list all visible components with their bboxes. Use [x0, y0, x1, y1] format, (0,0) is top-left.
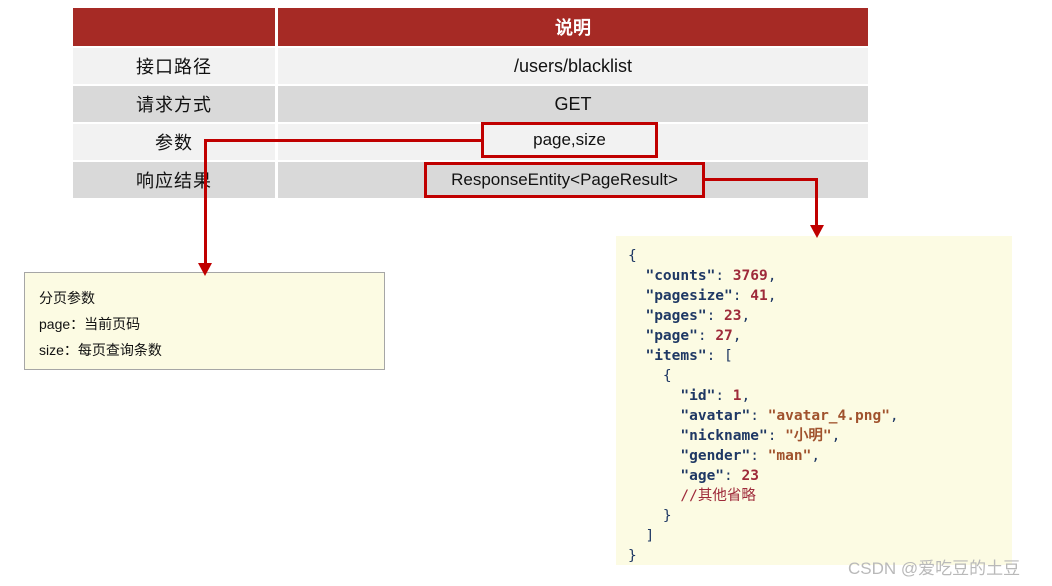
- note-line-page: page：当前页码: [39, 316, 141, 332]
- params-arrow-icon: [198, 263, 212, 276]
- json-token-punct: : [: [706, 348, 733, 364]
- json-token-num: 23: [724, 308, 742, 324]
- table-header: 说明: [73, 8, 868, 46]
- header-cell-description: 说明: [278, 8, 868, 46]
- note-line-size: size：每页查询条数: [39, 342, 162, 358]
- response-arrow-icon: [810, 225, 824, 238]
- json-token-key: "gender": [680, 448, 751, 464]
- json-token-key: "nickname": [680, 428, 768, 444]
- callout-params: page,size: [481, 122, 658, 158]
- json-token-punct: :: [715, 268, 733, 284]
- params-connector-horizontal: [204, 139, 482, 142]
- json-token-num: 1: [732, 388, 742, 404]
- table-row: 参数: [73, 124, 868, 160]
- json-token-punct: ,: [767, 268, 777, 284]
- json-token-num: 3769: [732, 268, 768, 284]
- json-token-punct: :: [750, 408, 768, 424]
- json-token-str: "小明": [785, 428, 832, 444]
- table-row: 接口路径 /users/blacklist: [73, 48, 868, 84]
- json-token-punct: ,: [889, 408, 899, 424]
- note-title: 分页参数: [39, 290, 95, 306]
- json-token-key: "items": [645, 348, 707, 364]
- json-token-punct: }: [662, 508, 672, 524]
- json-token-str: "avatar_4.png": [767, 408, 890, 424]
- json-token-num: 41: [750, 288, 768, 304]
- json-token-punct: ,: [811, 448, 821, 464]
- json-token-punct: ,: [732, 328, 742, 344]
- row-value-path: /users/blacklist: [278, 48, 868, 84]
- json-token-key: "counts": [645, 268, 716, 284]
- table-header-row: 说明: [73, 8, 868, 46]
- json-token-punct: ,: [831, 428, 841, 444]
- json-token-punct: ,: [741, 308, 751, 324]
- json-token-num: 23: [741, 468, 759, 484]
- row-label-path: 接口路径: [73, 48, 275, 84]
- json-token-key: "pagesize": [645, 288, 733, 304]
- json-response-panel: { "counts": 3769, "pagesize": 41, "pages…: [616, 236, 1012, 565]
- row-value-method: GET: [278, 86, 868, 122]
- row-label-method: 请求方式: [73, 86, 275, 122]
- table-row: 请求方式 GET: [73, 86, 868, 122]
- json-token-str: "man": [767, 448, 812, 464]
- json-token-key: "avatar": [680, 408, 751, 424]
- json-token-punct: :: [715, 388, 733, 404]
- json-token-punct: }: [628, 548, 637, 564]
- json-token-punct: ]: [645, 528, 655, 544]
- json-token-punct: :: [697, 328, 716, 344]
- json-token-punct: :: [706, 308, 725, 324]
- json-token-punct: :: [724, 468, 742, 484]
- callout-params-label: page,size: [533, 130, 606, 149]
- json-token-key: "age": [680, 468, 725, 484]
- pagination-note-box: 分页参数 page：当前页码 size：每页查询条数: [24, 272, 385, 370]
- json-token-punct: :: [767, 428, 786, 444]
- row-label-params: 参数: [73, 124, 275, 160]
- csdn-watermark: CSDN @爱吃豆的土豆: [848, 559, 1021, 578]
- callout-response-label: ResponseEntity<PageResult>: [451, 170, 678, 189]
- response-connector-vertical: [815, 178, 818, 228]
- json-token-key: "pages": [645, 308, 707, 324]
- json-token-punct: ,: [741, 388, 751, 404]
- json-token-key: "page": [645, 328, 698, 344]
- json-token-comment: //其他省略: [680, 488, 756, 504]
- json-token-punct: {: [662, 368, 672, 384]
- json-code-block: { "counts": 3769, "pagesize": 41, "pages…: [628, 246, 1012, 566]
- json-token-punct: :: [750, 448, 768, 464]
- json-token-punct: ,: [767, 288, 777, 304]
- callout-response: ResponseEntity<PageResult>: [424, 162, 705, 198]
- json-token-punct: :: [732, 288, 751, 304]
- response-connector-horizontal: [703, 178, 818, 181]
- header-cell-blank: [73, 8, 275, 46]
- params-connector-vertical: [204, 139, 207, 267]
- json-token-punct: {: [628, 248, 637, 264]
- json-token-num: 27: [715, 328, 733, 344]
- json-token-key: "id": [680, 388, 716, 404]
- row-label-response: 响应结果: [73, 162, 275, 198]
